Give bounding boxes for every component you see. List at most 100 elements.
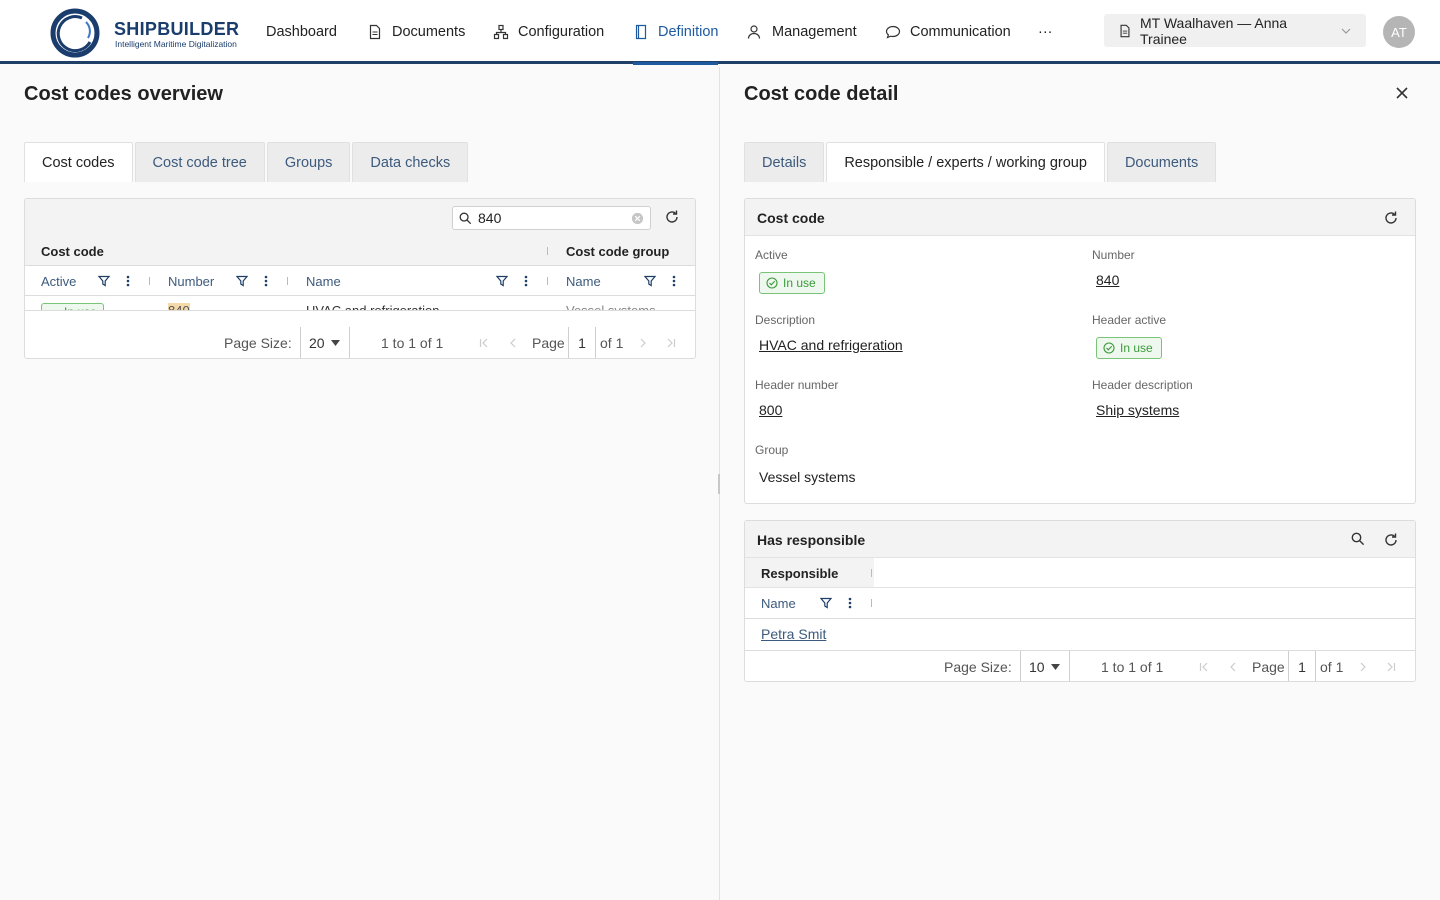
- document-icon: [1118, 24, 1132, 38]
- nav-communication[interactable]: Communication: [885, 0, 1011, 64]
- page-size-label: Page Size:: [944, 659, 1012, 675]
- row-range: 1 to 1 of 1: [381, 335, 444, 351]
- nav-definition[interactable]: Definition: [633, 0, 719, 65]
- column-group-name[interactable]: Name: [566, 274, 601, 289]
- column-name[interactable]: Name: [761, 596, 796, 611]
- header-description-label: Header description: [1092, 378, 1193, 392]
- filter-icon[interactable]: [236, 275, 248, 287]
- column-separator[interactable]: [547, 277, 548, 285]
- column-number[interactable]: Number: [168, 274, 214, 289]
- grid-pager: Page Size: 10 1 to 1 of 1 Page 1 of 1: [745, 651, 1415, 681]
- nav-more-button[interactable]: ···: [1038, 0, 1053, 64]
- page-size-label: Page Size:: [224, 335, 292, 351]
- avatar[interactable]: AT: [1383, 16, 1415, 48]
- book-icon: [633, 24, 649, 40]
- column-menu-icon[interactable]: [848, 596, 852, 610]
- page-size-select[interactable]: 20: [300, 327, 350, 358]
- nav-label: Definition: [658, 24, 719, 40]
- column-menu-icon[interactable]: [524, 274, 528, 288]
- next-page-icon[interactable]: [638, 338, 648, 348]
- column-separator[interactable]: [149, 277, 150, 285]
- column-name[interactable]: Name: [306, 274, 341, 289]
- table-row[interactable]: In use 840 HVAC and refrigeration Vessel…: [25, 296, 695, 311]
- page-label: Page: [1252, 659, 1285, 675]
- first-page-icon[interactable]: [1199, 662, 1209, 672]
- group-header-cost-code-group: Cost code group: [566, 244, 670, 259]
- nav-management[interactable]: Management: [747, 0, 857, 64]
- tab-cost-codes[interactable]: Cost codes: [24, 142, 133, 182]
- nav-configuration[interactable]: Configuration: [493, 0, 604, 64]
- page-label: Page: [532, 335, 565, 351]
- nav-dashboard[interactable]: Dashboard: [266, 0, 337, 64]
- header-active-status-badge: In use: [1096, 337, 1162, 359]
- tab-cost-code-tree[interactable]: Cost code tree: [134, 142, 265, 182]
- check-circle-icon: [1103, 342, 1115, 354]
- caret-down-icon: [330, 340, 340, 346]
- next-page-icon[interactable]: [1358, 662, 1368, 672]
- cell-number: 840: [168, 303, 190, 310]
- card-title: Cost code: [757, 210, 825, 226]
- description-label: Description: [755, 313, 816, 327]
- context-selector[interactable]: MT Waalhaven — Anna Trainee: [1104, 14, 1366, 47]
- column-separator[interactable]: [871, 599, 872, 607]
- refresh-icon[interactable]: [1383, 532, 1399, 548]
- hierarchy-icon: [493, 24, 509, 40]
- filter-icon[interactable]: [496, 275, 508, 287]
- tab-responsible[interactable]: Responsible / experts / working group: [826, 142, 1105, 182]
- first-page-icon[interactable]: [479, 338, 489, 348]
- clear-search-icon[interactable]: [631, 212, 644, 225]
- nav-label: Communication: [910, 24, 1011, 40]
- last-page-icon[interactable]: [666, 338, 676, 348]
- table-row[interactable]: Petra Smit: [745, 619, 1415, 651]
- column-menu-icon[interactable]: [264, 274, 268, 288]
- refresh-icon[interactable]: [664, 209, 680, 225]
- tab-details[interactable]: Details: [744, 142, 825, 182]
- page-title: Cost codes overview: [24, 83, 223, 105]
- filter-icon[interactable]: [644, 275, 656, 287]
- shipbuilder-logo[interactable]: SHIPBUILDER Intelligent Maritime Digital…: [50, 8, 250, 58]
- page-number-input[interactable]: 1: [568, 327, 596, 358]
- page-size-value: 10: [1029, 659, 1045, 675]
- refresh-icon[interactable]: [1383, 210, 1399, 226]
- header-description-value[interactable]: Ship systems: [1096, 402, 1179, 418]
- context-label: MT Waalhaven — Anna Trainee: [1140, 14, 1288, 47]
- column-separator[interactable]: [547, 247, 548, 255]
- column-menu-icon[interactable]: [126, 274, 130, 288]
- detail-title: Cost code detail: [744, 83, 899, 105]
- cost-code-detail-pane: Cost code detail Details Responsible / e…: [720, 67, 1440, 900]
- page-size-select[interactable]: 10: [1020, 651, 1070, 681]
- brand-tagline: Intelligent Maritime Digitalization: [115, 39, 237, 49]
- status-badge: In use: [41, 303, 104, 310]
- tab-data-checks[interactable]: Data checks: [352, 142, 469, 182]
- badge-label: In use: [1120, 341, 1153, 355]
- filter-icon[interactable]: [820, 597, 832, 609]
- search-input[interactable]: 840: [452, 206, 651, 230]
- grid-group-header-filler: [874, 558, 1415, 588]
- brand-name: SHIPBUILDER: [114, 19, 240, 39]
- chevron-down-icon: [1340, 25, 1352, 37]
- nav-documents[interactable]: Documents: [367, 0, 465, 64]
- last-page-icon[interactable]: [1386, 662, 1396, 672]
- close-icon[interactable]: [1394, 85, 1410, 101]
- column-separator[interactable]: [287, 277, 288, 285]
- badge-label: In use: [783, 276, 816, 290]
- header-number-value[interactable]: 800: [759, 402, 782, 418]
- responsible-name-link[interactable]: Petra Smit: [761, 626, 826, 642]
- header-active-label: Header active: [1092, 313, 1167, 327]
- column-menu-icon[interactable]: [672, 274, 676, 288]
- column-active[interactable]: Active: [41, 274, 76, 289]
- column-separator[interactable]: [871, 569, 872, 577]
- description-value[interactable]: HVAC and refrigeration: [759, 337, 903, 353]
- card-header: Cost code: [745, 199, 1415, 236]
- tab-documents[interactable]: Documents: [1106, 142, 1217, 182]
- number-value[interactable]: 840: [1096, 272, 1119, 288]
- search-icon[interactable]: [1351, 532, 1367, 548]
- nav-label: Management: [772, 24, 857, 40]
- previous-page-icon[interactable]: [508, 338, 518, 348]
- previous-page-icon[interactable]: [1228, 662, 1238, 672]
- tab-groups[interactable]: Groups: [266, 142, 351, 182]
- page-number-input[interactable]: 1: [1288, 651, 1316, 681]
- page-total: of 1: [1320, 659, 1344, 675]
- filter-icon[interactable]: [98, 275, 110, 287]
- top-navigation: SHIPBUILDER Intelligent Maritime Digital…: [0, 0, 1440, 65]
